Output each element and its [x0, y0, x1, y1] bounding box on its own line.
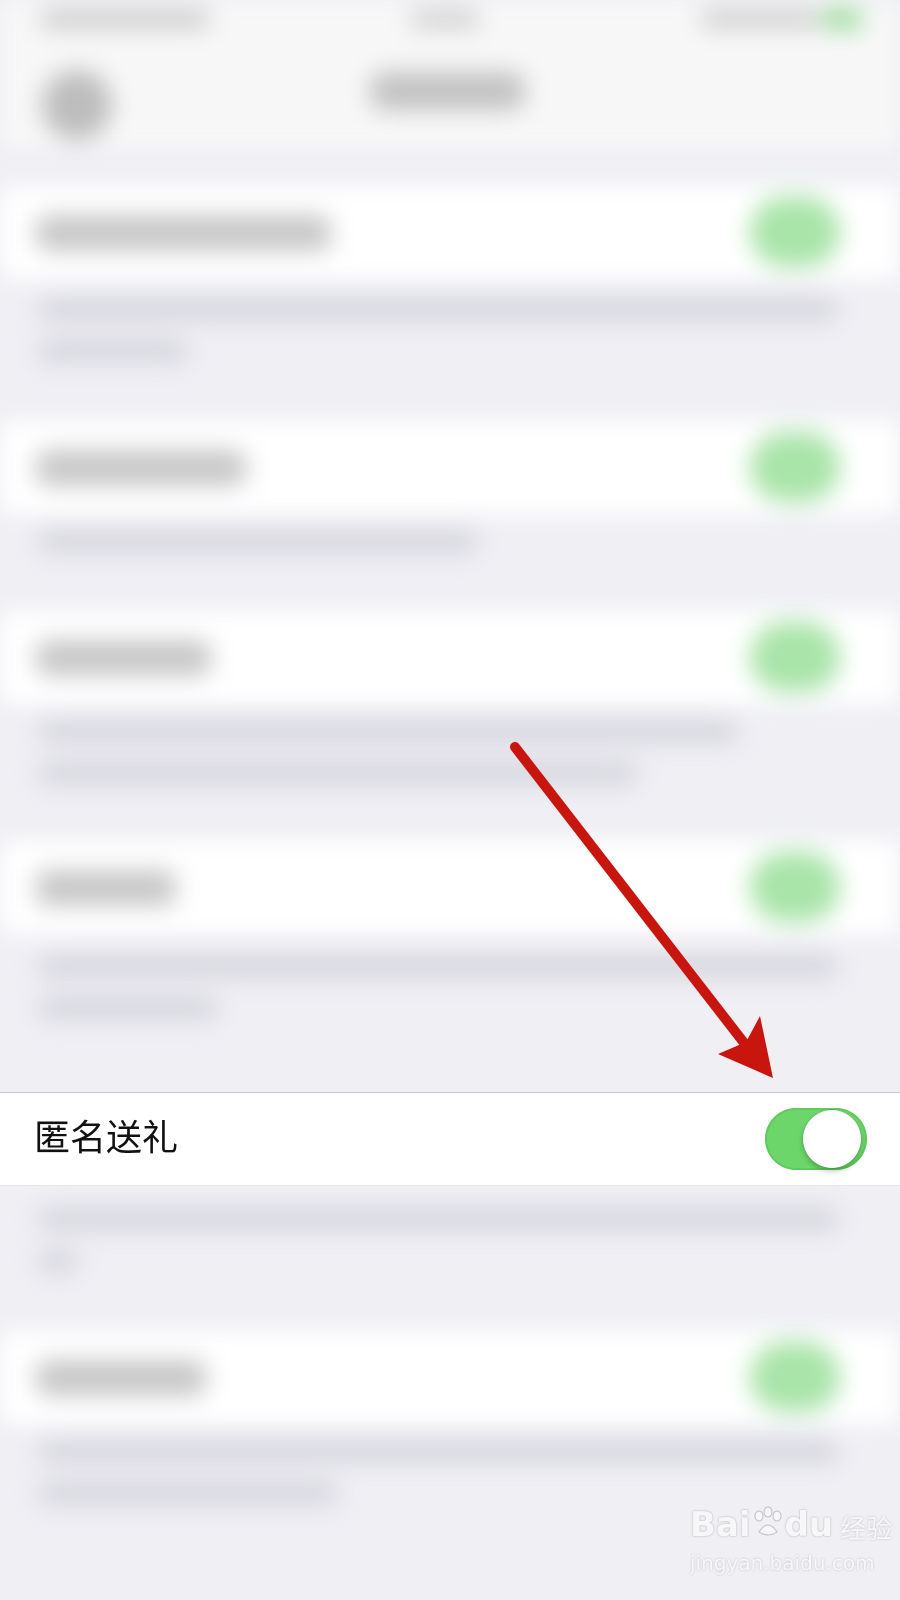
- row-description: [38, 530, 478, 552]
- row-label: [36, 640, 211, 676]
- row-description: [38, 955, 838, 977]
- paw-icon: [754, 1506, 782, 1536]
- page-title: [370, 72, 525, 110]
- row-description: [38, 298, 838, 320]
- row-label: [36, 215, 331, 251]
- toggle-switch[interactable]: [750, 197, 840, 267]
- back-icon[interactable]: [42, 70, 112, 140]
- row-label: [36, 870, 176, 906]
- status-bar: [0, 0, 900, 40]
- row-description: [38, 720, 738, 742]
- navigation-bar: [0, 40, 900, 150]
- watermark-sub: 经验: [840, 1515, 893, 1545]
- row-description: [38, 762, 638, 784]
- settings-row-1[interactable]: [0, 185, 900, 280]
- toggle-switch[interactable]: [750, 432, 840, 502]
- anonymous-gift-toggle[interactable]: [765, 1108, 867, 1170]
- toggle-knob: [803, 1110, 861, 1168]
- row-description: [38, 997, 218, 1019]
- row-label: [36, 450, 246, 486]
- row-description: [38, 1208, 838, 1230]
- battery-icon: [822, 10, 862, 28]
- watermark-url: jingyan.baidu.com: [690, 1551, 875, 1575]
- toggle-switch[interactable]: [750, 622, 840, 692]
- settings-row-2[interactable]: [0, 420, 900, 515]
- toggle-switch[interactable]: [750, 1342, 840, 1412]
- settings-row-3[interactable]: [0, 610, 900, 705]
- settings-row-4[interactable]: [0, 840, 900, 935]
- status-time: [410, 10, 480, 28]
- settings-row-6[interactable]: [0, 1330, 900, 1425]
- baidu-watermark: Bai du 经验 jingyan.baidu.com: [690, 1505, 892, 1590]
- watermark-brand: Bai du: [690, 1505, 834, 1545]
- anonymous-gift-row[interactable]: 匿名送礼: [0, 1092, 900, 1186]
- anonymous-gift-label: 匿名送礼: [34, 1118, 179, 1159]
- blurred-background: [0, 0, 900, 1600]
- row-description: [38, 1482, 338, 1504]
- row-description: [38, 340, 188, 362]
- row-label: [36, 1360, 206, 1396]
- status-carrier: [40, 10, 210, 28]
- status-indicators: [700, 10, 820, 28]
- toggle-switch[interactable]: [750, 852, 840, 922]
- row-description: [38, 1440, 838, 1462]
- row-description: [38, 1250, 78, 1272]
